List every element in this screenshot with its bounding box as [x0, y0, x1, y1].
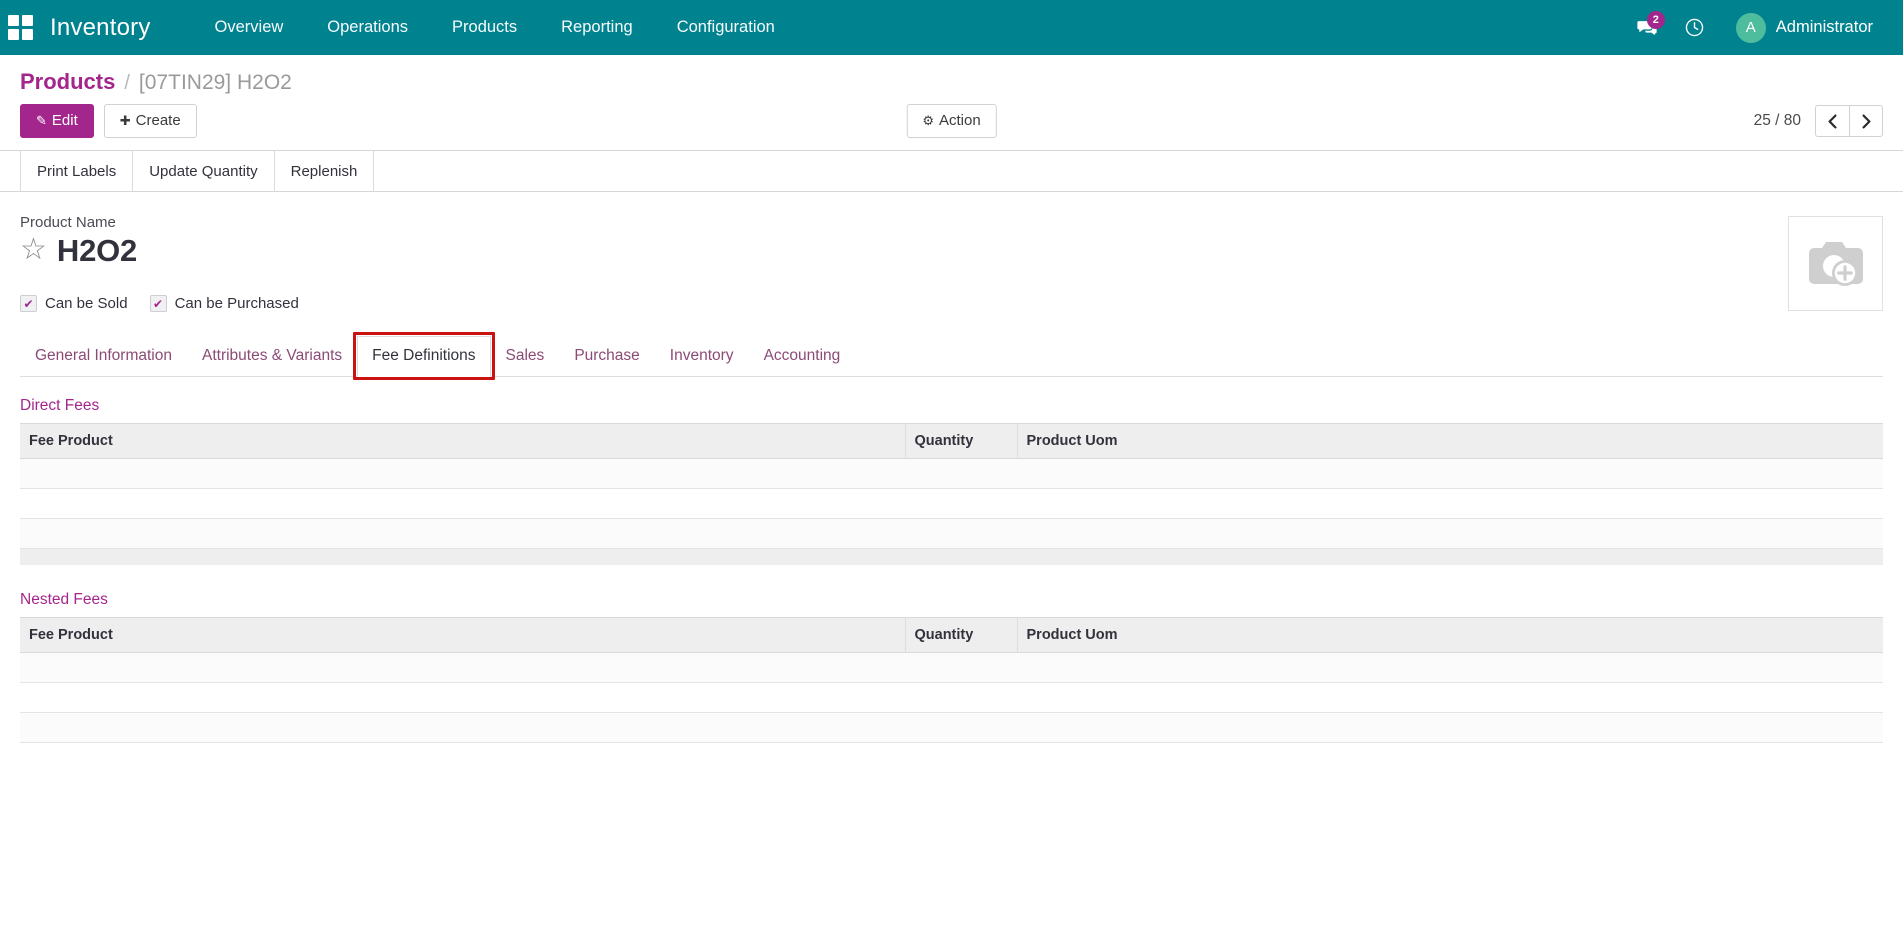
edit-button[interactable]: ✎ Edit: [20, 104, 94, 138]
action-button-label: Action: [939, 112, 981, 129]
table-row[interactable]: [20, 459, 1883, 489]
checkmark-icon: ✔: [20, 295, 37, 312]
tab-purchase[interactable]: Purchase: [559, 336, 654, 377]
notebook-tabs: General Information Attributes & Variant…: [20, 336, 1883, 377]
table-row[interactable]: [20, 682, 1883, 712]
messages-icon[interactable]: 2: [1626, 0, 1668, 55]
fee-definitions-panel: Direct Fees Fee Product Quantity Product…: [20, 377, 1883, 743]
star-outline-icon[interactable]: ☆: [20, 235, 47, 265]
nav-item-reporting[interactable]: Reporting: [539, 0, 655, 55]
nested-fees-table: Fee Product Quantity Product Uom: [20, 617, 1883, 743]
can-be-purchased-label: Can be Purchased: [175, 295, 299, 312]
user-menu[interactable]: A Administrator: [1722, 0, 1881, 55]
navbar-systray: 2 A Administrator: [1626, 0, 1881, 55]
gear-icon: ⚙: [922, 113, 934, 128]
can-be-sold-label: Can be Sold: [45, 295, 128, 312]
table-header-row: Fee Product Quantity Product Uom: [20, 617, 1883, 652]
action-button[interactable]: ⚙ Action: [906, 104, 996, 138]
column-header-fee-product[interactable]: Fee Product: [20, 617, 905, 652]
create-button-label: Create: [136, 112, 181, 129]
nav-item-overview[interactable]: Overview: [193, 0, 306, 55]
messages-count-badge: 2: [1647, 11, 1665, 29]
section-gap: [20, 565, 1883, 591]
table-row[interactable]: [20, 652, 1883, 682]
nested-fees-title: Nested Fees: [20, 591, 1883, 609]
camera-add-icon: [1804, 236, 1868, 292]
tab-fee-definitions[interactable]: Fee Definitions: [357, 336, 490, 377]
print-labels-button[interactable]: Print Labels: [20, 151, 133, 191]
pager-next-button[interactable]: [1849, 105, 1883, 137]
table-row[interactable]: [20, 519, 1883, 549]
direct-fees-footer: [20, 549, 1883, 565]
breadcrumb-current-record: [07TIN29] H2O2: [139, 71, 292, 95]
tab-inventory[interactable]: Inventory: [655, 336, 749, 377]
pager-value[interactable]: 25 / 80: [1754, 112, 1801, 130]
control-panel-buttons: ✎ Edit ✚ Create ⚙ Action 25 / 80: [0, 95, 1903, 150]
checkmark-icon: ✔: [150, 295, 167, 312]
tab-accounting[interactable]: Accounting: [749, 336, 856, 377]
avatar: A: [1736, 13, 1766, 43]
pager-buttons: [1815, 105, 1883, 137]
create-button[interactable]: ✚ Create: [104, 104, 197, 138]
replenish-button[interactable]: Replenish: [275, 151, 375, 191]
tab-sales[interactable]: Sales: [491, 336, 560, 377]
nav-item-operations[interactable]: Operations: [305, 0, 430, 55]
can-be-sold-checkbox[interactable]: ✔ Can be Sold: [20, 295, 128, 312]
column-header-quantity[interactable]: Quantity: [905, 617, 1017, 652]
table-row[interactable]: [20, 489, 1883, 519]
direct-fees-table: Fee Product Quantity Product Uom: [20, 423, 1883, 565]
table-header-row: Fee Product Quantity Product Uom: [20, 424, 1883, 459]
form-sheet: Product Name ☆ H2O2 ✔ Can be Sold ✔ Can …: [0, 192, 1903, 938]
product-image-upload[interactable]: [1788, 216, 1883, 311]
pager-previous-button[interactable]: [1815, 105, 1849, 137]
user-name-label: Administrator: [1776, 18, 1873, 37]
breadcrumb-products[interactable]: Products: [20, 69, 115, 95]
plus-icon: ✚: [120, 113, 131, 128]
stat-button-bar: Print Labels Update Quantity Replenish: [0, 151, 1903, 192]
top-navbar: Inventory Overview Operations Products R…: [0, 0, 1903, 55]
column-header-quantity[interactable]: Quantity: [905, 424, 1017, 459]
update-quantity-button[interactable]: Update Quantity: [133, 151, 274, 191]
control-panel: Products / [07TIN29] H2O2 ✎ Edit ✚ Create …: [0, 55, 1903, 151]
direct-fees-title: Direct Fees: [20, 397, 1883, 415]
app-brand-inventory[interactable]: Inventory: [50, 14, 151, 42]
breadcrumb-separator: /: [124, 72, 130, 95]
breadcrumb: Products / [07TIN29] H2O2: [0, 55, 1903, 95]
nav-item-configuration[interactable]: Configuration: [655, 0, 797, 55]
clock-activity-icon[interactable]: [1674, 0, 1716, 55]
nav-item-products[interactable]: Products: [430, 0, 539, 55]
sheet-header: Product Name ☆ H2O2 ✔ Can be Sold ✔ Can …: [20, 214, 1883, 334]
product-flags: ✔ Can be Sold ✔ Can be Purchased: [20, 295, 1788, 312]
apps-grid-icon[interactable]: [8, 15, 34, 41]
edit-button-label: Edit: [52, 112, 78, 129]
can-be-purchased-checkbox[interactable]: ✔ Can be Purchased: [150, 295, 299, 312]
product-header-fields: Product Name ☆ H2O2 ✔ Can be Sold ✔ Can …: [20, 214, 1788, 334]
direct-fees-body: [20, 459, 1883, 549]
table-footer-band: [20, 549, 1883, 565]
product-name-value: H2O2: [57, 233, 137, 269]
product-name-label: Product Name: [20, 214, 1788, 231]
tab-attributes-variants[interactable]: Attributes & Variants: [187, 336, 357, 377]
column-header-fee-product[interactable]: Fee Product: [20, 424, 905, 459]
table-row[interactable]: [20, 712, 1883, 742]
column-header-product-uom[interactable]: Product Uom: [1017, 424, 1883, 459]
tab-general-information[interactable]: General Information: [20, 336, 187, 377]
column-header-product-uom[interactable]: Product Uom: [1017, 617, 1883, 652]
pencil-icon: ✎: [36, 113, 47, 128]
product-title-row: ☆ H2O2: [20, 233, 1788, 269]
pager: 25 / 80: [1754, 105, 1883, 137]
action-menu-wrapper: ⚙ Action: [906, 104, 996, 138]
nested-fees-body: [20, 652, 1883, 742]
